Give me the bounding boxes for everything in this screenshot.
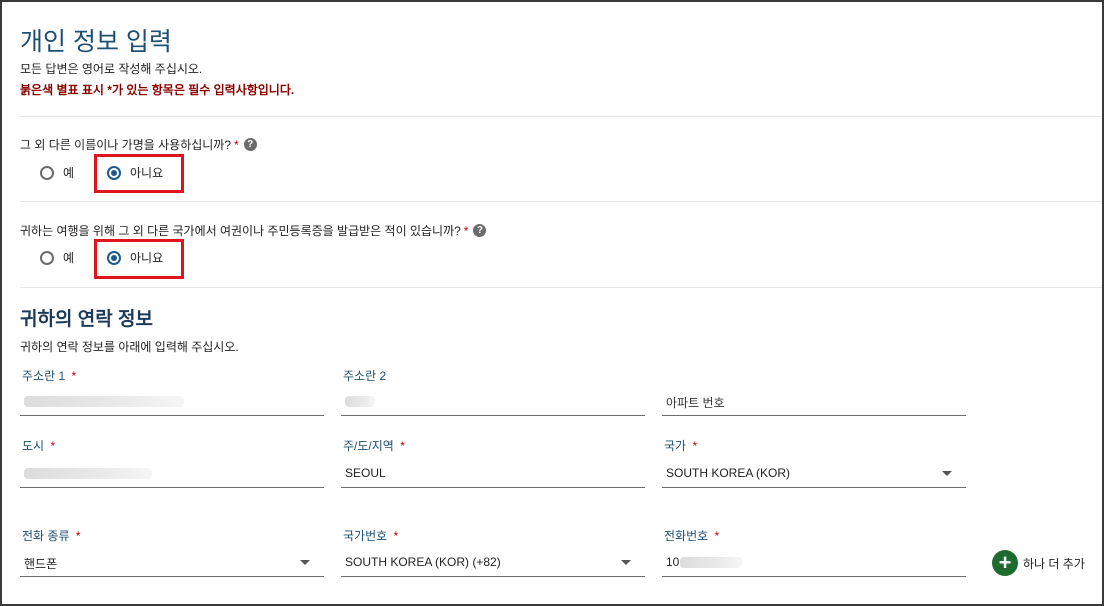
radio-other-passport-yes[interactable]: 예 — [40, 249, 74, 266]
label-text: 전화 종류 — [22, 529, 70, 543]
country-code-value: SOUTH KOREA (KOR) (+82) — [345, 555, 501, 569]
highlight-box — [94, 154, 184, 193]
redacted-value — [24, 396, 184, 407]
city-label: 도시 * — [22, 437, 55, 454]
address1-input[interactable] — [20, 388, 324, 416]
help-icon[interactable]: ? — [243, 138, 257, 151]
chevron-down-icon[interactable] — [942, 471, 952, 476]
phone-number-input[interactable]: 10 — [662, 549, 966, 577]
contact-section-description: 귀하의 연락 정보를 아래에 입력해 주십시오. — [20, 340, 239, 354]
redacted-value — [680, 557, 742, 568]
address2-input[interactable] — [341, 388, 645, 416]
divider — [20, 116, 1102, 117]
label-text: 국가 — [664, 439, 687, 453]
question-text: 귀하는 여행을 위해 그 외 다른 국가에서 여권이나 주민등록증을 발급받은 … — [20, 224, 461, 238]
apartment-placeholder: 아파트 번호 — [666, 396, 725, 410]
apartment-input[interactable]: 아파트 번호 — [662, 388, 966, 416]
help-icon[interactable]: ? — [473, 224, 487, 237]
required-asterisk: * — [714, 529, 720, 543]
radio-other-names-yes[interactable]: 예 — [40, 164, 74, 181]
phone-type-value: 핸드폰 — [24, 557, 58, 571]
highlight-box — [94, 239, 184, 279]
country-code-select[interactable]: SOUTH KOREA (KOR) (+82) — [341, 549, 645, 577]
required-asterisk: * — [50, 439, 56, 453]
contact-section-title: 귀하의 연락 정보 — [20, 309, 153, 330]
required-asterisk: * — [75, 529, 81, 543]
radio-circle[interactable] — [40, 250, 54, 265]
required-asterisk: * — [393, 529, 399, 543]
question-text: 그 외 다른 이름이나 가명을 사용하십니까? — [20, 138, 232, 152]
required-asterisk: * — [71, 369, 77, 383]
radio-label: 예 — [63, 166, 75, 180]
label-text: 국가번호 — [343, 529, 388, 543]
redacted-value — [24, 468, 152, 479]
state-label: 주/도/지역 * — [343, 437, 405, 454]
label-text: 주/도/지역 — [343, 439, 394, 453]
city-input[interactable] — [20, 460, 324, 488]
question-other-names: 그 외 다른 이름이나 가명을 사용하십니까? * ? — [20, 136, 257, 153]
country-code-label: 국가번호 * — [343, 527, 398, 544]
phone-type-label: 전화 종류 * — [22, 527, 81, 544]
plus-icon[interactable]: + — [992, 550, 1018, 576]
phone-type-select[interactable]: 핸드폰 — [20, 549, 324, 577]
radio-label: 예 — [63, 251, 75, 265]
divider — [20, 287, 1102, 288]
phone-number-label: 전화번호 * — [664, 527, 719, 544]
label-text: 주소란 2 — [343, 369, 387, 383]
add-more-label: 하나 더 추가 — [1023, 556, 1085, 571]
chevron-down-icon[interactable] — [621, 560, 631, 565]
required-asterisk: * — [692, 439, 698, 453]
question-other-passport: 귀하는 여행을 위해 그 외 다른 국가에서 여권이나 주민등록증을 발급받은 … — [20, 222, 487, 239]
form-frame: 개인 정보 입력 모든 답변은 영어로 작성해 주십시오. 붉은색 별표 표시 … — [0, 0, 1104, 606]
required-asterisk: * — [400, 439, 405, 453]
address2-label: 주소란 2 — [343, 367, 386, 384]
divider — [20, 201, 1102, 202]
address1-label: 주소란 1 * — [22, 367, 76, 384]
add-more-button[interactable]: + 하나 더 추가 — [992, 550, 1085, 576]
required-asterisk: * — [234, 137, 239, 152]
required-asterisk: * — [463, 223, 469, 238]
chevron-down-icon[interactable] — [300, 560, 310, 565]
label-text: 도시 — [22, 439, 45, 453]
label-text: 전화번호 — [664, 529, 709, 543]
country-select[interactable]: SOUTH KOREA (KOR) — [662, 460, 966, 488]
required-note: 붉은색 별표 표시 *가 있는 항목은 필수 입력사항입니다. — [20, 83, 295, 97]
state-input[interactable]: SEOUL — [341, 460, 645, 488]
country-value: SOUTH KOREA (KOR) — [666, 466, 791, 480]
label-text: 주소란 1 — [22, 369, 66, 383]
phone-number-prefix: 10 — [666, 555, 680, 569]
radio-circle[interactable] — [40, 165, 54, 180]
state-value: SEOUL — [345, 466, 386, 480]
intro-text: 모든 답변은 영어로 작성해 주십시오. — [20, 62, 203, 76]
redacted-value — [345, 396, 375, 407]
page-title: 개인 정보 입력 — [20, 28, 172, 56]
country-label: 국가 * — [664, 437, 697, 454]
